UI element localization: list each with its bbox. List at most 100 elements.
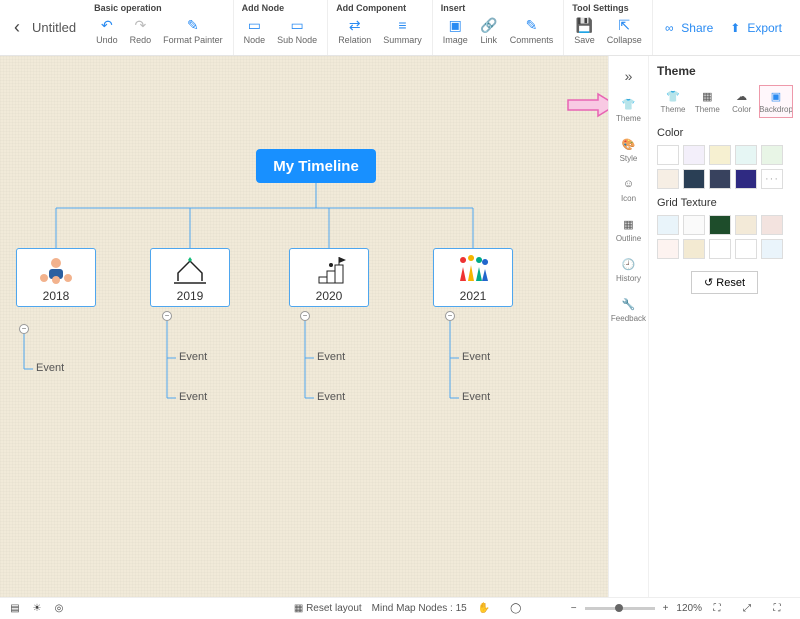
center-icon[interactable]: ◯ [509, 602, 523, 616]
target-icon[interactable]: ◎ [52, 602, 66, 616]
node-2021[interactable]: 2021 [433, 248, 513, 307]
swatch[interactable] [657, 145, 679, 165]
swatch[interactable] [735, 169, 757, 189]
event-node[interactable]: Event [317, 391, 345, 403]
comment-icon: ✎ [523, 16, 541, 34]
year-label: 2020 [316, 289, 343, 303]
comments-button[interactable]: ✎Comments [506, 14, 558, 48]
swatch[interactable] [683, 145, 705, 165]
redo-icon: ↷ [131, 16, 149, 34]
event-node[interactable]: Event [462, 391, 490, 403]
event-node[interactable]: Event [36, 362, 64, 374]
people-icon [36, 253, 76, 287]
rail-theme[interactable]: 👕Theme [616, 92, 641, 126]
root-node[interactable]: My Timeline [256, 149, 376, 183]
back-icon[interactable]: ‹ [14, 17, 20, 38]
rail-collapse-icon[interactable]: » [625, 62, 633, 86]
swatch[interactable] [761, 215, 783, 235]
group-title: Insert [439, 0, 558, 14]
swatch[interactable] [683, 169, 705, 189]
collapse-toggle[interactable]: − [19, 324, 29, 334]
swatch[interactable] [735, 215, 757, 235]
sub-node-button[interactable]: ▭Sub Node [273, 14, 321, 48]
tab-backdrop[interactable]: ▣Backdrop [760, 86, 792, 117]
event-node[interactable]: Event [462, 351, 490, 363]
swatch[interactable] [657, 215, 679, 235]
tab-color[interactable]: ☁Color [726, 86, 758, 117]
swatch[interactable] [683, 215, 705, 235]
tab-theme-grid[interactable]: ▦Theme [691, 86, 723, 117]
reset-layout-button[interactable]: ▦ Reset layout [294, 603, 362, 614]
node-2019[interactable]: 2019 [150, 248, 230, 307]
flag-steps-icon [309, 253, 349, 287]
event-node[interactable]: Event [179, 351, 207, 363]
rail-feedback[interactable]: 🔧Feedback [611, 292, 646, 326]
sun-icon[interactable]: ☀ [30, 602, 44, 616]
outline-icon: ▦ [619, 215, 637, 233]
group-insert: Insert ▣Image 🔗Link ✎Comments [433, 0, 565, 55]
collapse-toggle[interactable]: − [300, 311, 310, 321]
share-icon: ∞ [661, 20, 677, 36]
swatch[interactable] [735, 239, 757, 259]
swatch[interactable] [761, 239, 783, 259]
undo-icon: ↶ [98, 16, 116, 34]
presentation-icon[interactable]: ▤ [8, 602, 22, 616]
relation-button[interactable]: ⇄Relation [334, 14, 375, 48]
event-node[interactable]: Event [179, 391, 207, 403]
swatch[interactable] [761, 145, 783, 165]
image-button[interactable]: ▣Image [439, 14, 472, 48]
collapse-button[interactable]: ⇱Collapse [603, 14, 646, 48]
share-button[interactable]: ∞Share [661, 20, 713, 36]
collapse-toggle[interactable]: − [445, 311, 455, 321]
rail-outline[interactable]: ▦Outline [616, 212, 641, 246]
swatch[interactable] [709, 215, 731, 235]
export-button[interactable]: ⬆Export [727, 20, 782, 36]
footer: ▤ ☀ ◎ ▦ Reset layout Mind Map Nodes : 15… [0, 597, 800, 619]
fit-icon[interactable]: ⛶ [710, 602, 724, 616]
section-texture: Grid Texture [657, 197, 792, 209]
sub-node-icon: ▭ [288, 16, 306, 34]
reset-button[interactable]: ↺ Reset [691, 271, 758, 294]
canvas[interactable]: My Timeline 2018 − Event 2019 − Event Ev… [0, 56, 608, 597]
swatch[interactable] [735, 145, 757, 165]
node-button[interactable]: ▭Node [240, 14, 270, 48]
zoom-out-button[interactable]: − [571, 603, 577, 614]
swatch[interactable] [709, 239, 731, 259]
link-icon: 🔗 [480, 16, 498, 34]
swatch[interactable] [709, 145, 731, 165]
undo-button[interactable]: ↶Undo [92, 14, 122, 48]
color-swatches: ··· [657, 145, 792, 189]
swatch[interactable] [657, 239, 679, 259]
swatch[interactable] [709, 169, 731, 189]
zoom-in-button[interactable]: + [663, 603, 669, 614]
swatch[interactable] [683, 239, 705, 259]
rail-icon[interactable]: ☺Icon [620, 172, 638, 206]
summary-button[interactable]: ≡Summary [379, 14, 426, 48]
expand-icon[interactable]: ⤢ [740, 602, 754, 616]
swatch[interactable] [657, 169, 679, 189]
swatch-more[interactable]: ··· [761, 169, 783, 189]
year-label: 2019 [177, 289, 204, 303]
node-2020[interactable]: 2020 [289, 248, 369, 307]
node-2018[interactable]: 2018 [16, 248, 96, 307]
collapse-toggle[interactable]: − [162, 311, 172, 321]
group-title: Basic operation [92, 0, 227, 14]
redo-button[interactable]: ↷Redo [126, 14, 156, 48]
title-area: ‹ Untitled [10, 0, 86, 55]
link-button[interactable]: 🔗Link [476, 14, 502, 48]
shirt-icon: 👕 [666, 89, 680, 103]
rail-style[interactable]: 🎨Style [620, 132, 638, 166]
year-label: 2021 [460, 289, 487, 303]
save-button[interactable]: 💾Save [570, 14, 599, 48]
ribbon-icon [170, 253, 210, 287]
fullscreen-icon[interactable]: ⛶ [770, 602, 784, 616]
doc-title[interactable]: Untitled [32, 20, 76, 35]
tab-theme-shirt[interactable]: 👕Theme [657, 86, 689, 117]
zoom-slider[interactable] [585, 607, 655, 610]
format-painter-button[interactable]: ✎Format Painter [159, 14, 227, 48]
hand-icon[interactable]: ✋ [477, 602, 491, 616]
event-node[interactable]: Event [317, 351, 345, 363]
rail-history[interactable]: 🕘History [616, 252, 641, 286]
node-icon: ▭ [245, 16, 263, 34]
export-icon: ⬆ [727, 20, 743, 36]
